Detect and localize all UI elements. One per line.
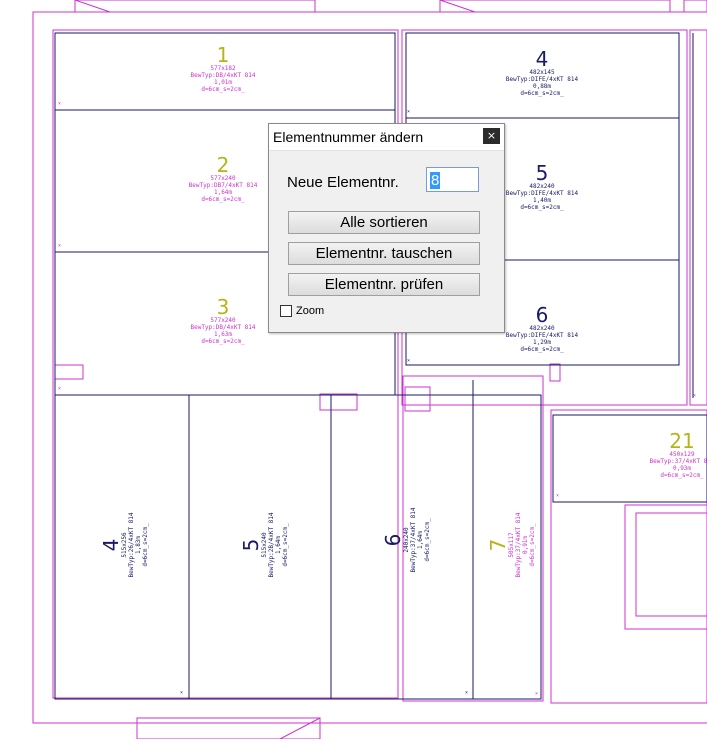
element-label-11: 7505x117 BewTyp:37/4xKT 814 0,91m d=6cm_s=2… <box>486 512 536 577</box>
svg-text:×: × <box>407 358 410 364</box>
element-info-line: d=6cm_s=2cm_ <box>201 86 245 93</box>
new-element-number-value: 8 <box>430 172 441 189</box>
element-info-line: d=6cm_s=2cm_ <box>142 523 149 567</box>
element-info-line: BewTyp:DIFE/4xKT 814 <box>506 332 579 339</box>
element-info-line: 482x145 <box>529 69 555 76</box>
element-info-line: BewTyp:DB/4xKT 814 <box>190 324 255 331</box>
element-label-5: 5482x240BewTyp:DIFE/4xKT 8141,40md=6cm_s… <box>506 161 579 211</box>
element-number: 4 <box>99 539 123 552</box>
zoom-checkbox[interactable] <box>280 305 292 317</box>
element-number: 3 <box>217 295 230 319</box>
element-info-line: 1,40m <box>533 197 551 204</box>
cad-drawing[interactable]: × × × × × × × × × × 1577x182BewTyp:DB/4x… <box>0 0 707 740</box>
element-number: 1 <box>217 43 230 67</box>
close-icon[interactable]: × <box>483 128 500 144</box>
dialog-titlebar[interactable]: Elementnummer ändern × <box>269 124 504 151</box>
element-info-line: 1,64m <box>275 536 282 554</box>
element-label-6: 6482x240BewTyp:DIFE/4xKT 8141,29md=6cm_s… <box>506 303 579 353</box>
element-info-line: BewTyp:2B/4xKT 814 <box>268 512 275 577</box>
element-number: 6 <box>381 534 405 547</box>
element-info-line: 1,83m <box>135 536 142 554</box>
element-info-line: 1,64m <box>417 531 424 549</box>
new-element-number-input[interactable]: 8 <box>426 167 479 192</box>
svg-text:×: × <box>556 493 559 499</box>
element-info-line: d=6cm_s=2cm_ <box>529 523 536 567</box>
element-info-line: 0,88m <box>533 83 551 90</box>
element-info-line: 1,29m <box>533 339 551 346</box>
element-label-8: 4515x256 BewTyp:26/4xKT 814 1,83m d=6cm_s=2… <box>99 512 149 577</box>
element-info-line: 0,93m <box>673 465 691 472</box>
svg-text:×: × <box>407 109 410 115</box>
wall-outlines <box>32 0 707 740</box>
svg-text:×: × <box>693 393 696 399</box>
element-info-line: d=6cm_s=2cm_ <box>424 518 431 562</box>
element-info-line: 505x117 <box>508 532 515 558</box>
svg-text:×: × <box>58 243 61 249</box>
element-info-line: d=6cm_s=2cm_ <box>201 338 245 345</box>
svg-text:×: × <box>58 101 61 107</box>
element-info-line: d=6cm_s=2cm_ <box>520 204 564 211</box>
element-number: 2 <box>217 153 230 177</box>
element-info-line: BewTyp:DIFE/4xKT 814 <box>506 190 579 197</box>
element-label-7: 21450x129BewTyp:37/4xKT 8140,93md=6cm_s=… <box>649 429 707 479</box>
svg-text:×: × <box>180 690 183 696</box>
element-info-line: d=6cm_s=2cm_ <box>520 346 564 353</box>
element-info-line: d=6cm_s=2cm_ <box>201 196 245 203</box>
element-label-3: 3577x240BewTyp:DB/4xKT 8141,63md=6cm_s=2… <box>190 295 255 345</box>
new-element-number-label: Neue Elementnr. <box>287 174 399 191</box>
element-info-line: 515x240 <box>261 532 268 558</box>
element-info-line: 1,64m <box>214 189 232 196</box>
dialog-title: Elementnummer ändern <box>273 129 424 145</box>
element-info-line: 482x240 <box>529 183 555 190</box>
element-label-1: 1577x182BewTyp:DB/4xKT 8141,01md=6cm_s=2… <box>190 43 255 93</box>
element-number: 6 <box>536 303 549 327</box>
element-info-line: BewTyp:26/4xKT 814 <box>128 512 135 577</box>
sort-all-button[interactable]: Alle sortieren <box>288 211 480 234</box>
svg-text:×: × <box>465 690 468 696</box>
element-info-line: 482x240 <box>529 325 555 332</box>
element-info-line: BewTyp:37/4xKT 814 <box>649 458 707 465</box>
check-element-number-button[interactable]: Elementnr. prüfen <box>288 273 480 296</box>
swap-element-number-button[interactable]: Elementnr. tauschen <box>288 242 480 265</box>
element-info-line: 577x240 <box>210 175 236 182</box>
element-info-line: BewTyp:37/4xKT 814 <box>515 512 522 577</box>
element-info-line: 577x182 <box>210 65 236 72</box>
element-info-line: 240x240 <box>403 527 410 553</box>
element-number: 21 <box>669 429 694 453</box>
element-number: 4 <box>536 47 549 71</box>
element-info-line: d=6cm_s=2cm_ <box>520 90 564 97</box>
element-info-line: d=6cm_s=2cm_ <box>660 472 704 479</box>
element-label-9: 5515x240 BewTyp:2B/4xKT 814 1,64m d=6cm_s=2… <box>239 512 289 577</box>
element-number: 5 <box>239 539 263 552</box>
element-number: 5 <box>536 161 549 185</box>
element-label-10: 6240x240 BewTyp:37/4xKT 814 1,64m d=6cm_s=2… <box>381 507 431 572</box>
element-info-line: BewTyp:37/4xKT 814 <box>410 507 417 572</box>
element-info-line: d=6cm_s=2cm_ <box>282 523 289 567</box>
element-info-line: 1,01m <box>214 79 232 86</box>
element-info-line: 450x129 <box>669 451 695 458</box>
element-info-line: 0,91m <box>522 536 529 554</box>
element-info-line: 1,63m <box>214 331 232 338</box>
element-label-4: 4482x145BewTyp:DIFE/4xKT 8140,88md=6cm_s… <box>506 47 579 97</box>
cad-drawing-canvas[interactable]: × × × × × × × × × × 1 577x182 BewTyp:DB/4x… <box>0 0 707 740</box>
element-info-line: BewTyp:DIFE/4xKT 814 <box>506 76 579 83</box>
element-info-line: BewTyp:DB/4xKT 814 <box>190 72 255 79</box>
element-number: 7 <box>486 539 510 552</box>
element-info-line: 577x240 <box>210 317 236 324</box>
svg-text:×: × <box>58 386 61 392</box>
change-element-number-dialog: Elementnummer ändern × Neue Elementnr. 8… <box>268 123 505 333</box>
zoom-label: Zoom <box>296 305 325 317</box>
svg-text:×: × <box>535 691 538 697</box>
element-info-line: BewTyp:DB7/4xKT 814 <box>189 182 258 189</box>
element-info-line: 515x256 <box>121 532 128 558</box>
element-label-2: 2577x240BewTyp:DB7/4xKT 8141,64md=6cm_s=… <box>189 153 258 203</box>
